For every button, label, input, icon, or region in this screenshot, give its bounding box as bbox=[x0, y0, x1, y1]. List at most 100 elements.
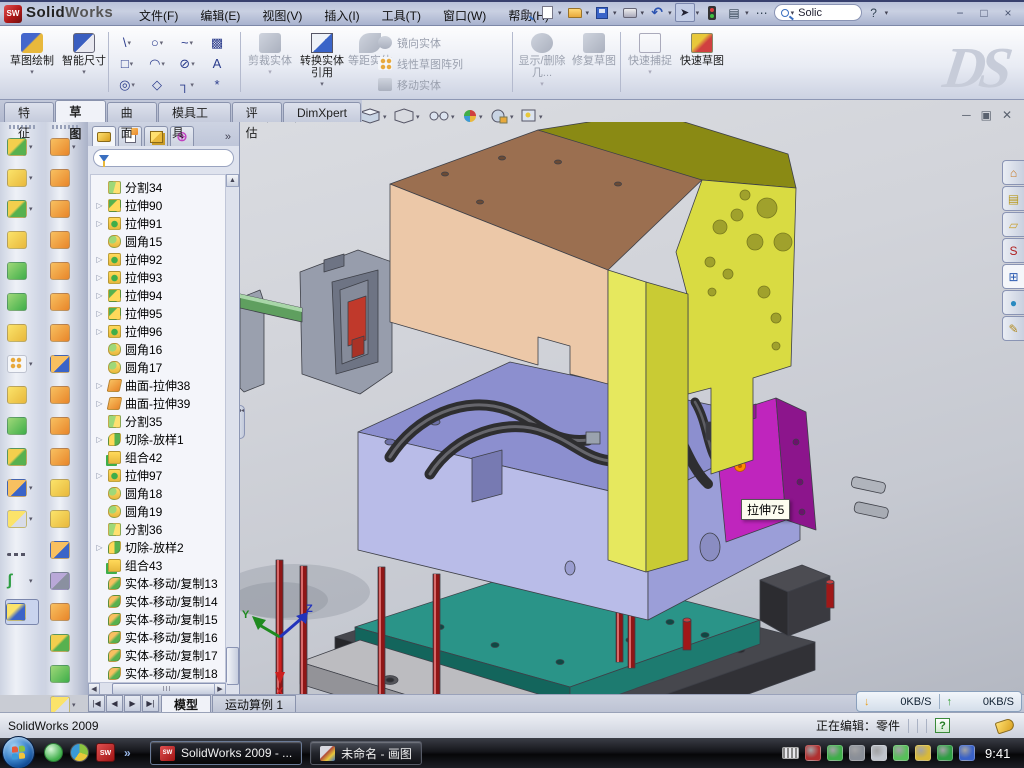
rapid-sketch-button[interactable]: 快速草图 bbox=[676, 30, 728, 94]
save-dropdown[interactable]: ▾ bbox=[613, 9, 617, 17]
tree-item[interactable]: 圆角16 bbox=[95, 340, 227, 358]
menu-编辑(E)[interactable]: 编辑(E) bbox=[191, 5, 249, 26]
options-button[interactable]: ▤ bbox=[724, 3, 744, 22]
tree-filter-input[interactable] bbox=[93, 149, 234, 167]
tab-configuration-manager[interactable] bbox=[144, 126, 168, 146]
tree-item[interactable]: ▷拉伸96 bbox=[95, 322, 227, 340]
taskbar-button-paint[interactable]: 未命名 - 画图 bbox=[310, 741, 422, 765]
tags-icon[interactable] bbox=[995, 717, 1016, 734]
options-dropdown[interactable]: ▾ bbox=[745, 9, 749, 17]
quick-tips-icon[interactable]: ? bbox=[935, 718, 950, 733]
sketch-entity-icon[interactable]: ⊘▾ bbox=[172, 56, 202, 72]
tree-item[interactable]: ▷切除-放样2 bbox=[95, 538, 227, 556]
taskpane-view-palette-tab[interactable]: ⊞ bbox=[1002, 264, 1024, 289]
tree-item[interactable]: 分割34 bbox=[95, 178, 227, 196]
toolbar-helix-spiral-button[interactable]: ʃ▾ bbox=[7, 568, 37, 594]
help-dropdown[interactable]: ▾ bbox=[885, 9, 889, 17]
toolbar-rib-button[interactable] bbox=[7, 382, 37, 408]
toolbar-move-copy-bodies-button[interactable]: ▾ bbox=[7, 475, 37, 501]
tree-expand-arrow[interactable]: ▷ bbox=[95, 201, 104, 210]
command-tab-模具工具[interactable]: 模具工具 bbox=[158, 102, 231, 122]
sketch-entity-icon[interactable]: \▾ bbox=[112, 35, 142, 50]
sketch-entity-dropdown[interactable]: ▾ bbox=[160, 39, 164, 47]
tree-item[interactable]: ▷拉伸97 bbox=[95, 466, 227, 484]
menu-文件(F)[interactable]: 文件(F) bbox=[130, 5, 187, 26]
doc-tab-运动算例 1[interactable]: 运动算例 1 bbox=[212, 695, 296, 712]
tree-expand-arrow[interactable]: ▷ bbox=[95, 291, 104, 300]
sketch-entity-dropdown[interactable]: ▾ bbox=[191, 60, 195, 68]
dropdown-arrow[interactable]: ▾ bbox=[29, 515, 33, 523]
command-tab-草图[interactable]: 草图 bbox=[55, 100, 105, 122]
tray-health-shield-icon[interactable] bbox=[937, 745, 953, 761]
menu-窗口(W)[interactable]: 窗口(W) bbox=[434, 5, 495, 26]
toolbar-reference-geometry-button[interactable]: ▾ bbox=[7, 506, 37, 532]
restore-button[interactable]: □ bbox=[976, 6, 992, 20]
sketch-entity-dropdown[interactable]: ▾ bbox=[131, 81, 135, 89]
dropdown-arrow[interactable]: ▾ bbox=[72, 701, 76, 709]
dropdown-arrow[interactable]: ▾ bbox=[29, 143, 33, 151]
sketch-entity-dropdown[interactable]: ▾ bbox=[161, 60, 165, 68]
tree-item[interactable]: ▷曲面-拉伸39 bbox=[95, 394, 227, 412]
rebuild-button[interactable] bbox=[702, 3, 722, 22]
toolbar-split-button[interactable] bbox=[7, 444, 37, 470]
tree-item[interactable]: ▷拉伸93 bbox=[95, 268, 227, 286]
tree-item[interactable]: ▷拉伸94 bbox=[95, 286, 227, 304]
tree-item[interactable]: 实体-移动/复制17 bbox=[95, 646, 227, 664]
doc-close-button[interactable]: ✕ bbox=[1002, 108, 1012, 122]
toolbar-fillet-button[interactable]: ▾ bbox=[7, 196, 37, 222]
convert-entities-button[interactable]: 转换实体引用▾ bbox=[296, 30, 348, 94]
toolbar-undercut-analysis-button[interactable] bbox=[50, 568, 80, 594]
toolbar-swept-boss-button[interactable] bbox=[50, 196, 80, 222]
quicklaunch-messenger-icon[interactable] bbox=[44, 743, 63, 762]
toolbar-delete-face-button[interactable] bbox=[50, 444, 80, 470]
tab-feature-manager[interactable] bbox=[92, 126, 116, 146]
toolbar-instant3d-button[interactable] bbox=[5, 599, 39, 625]
tree-item[interactable]: 实体-移动/复制13 bbox=[95, 574, 227, 592]
tree-item[interactable]: 组合43 bbox=[95, 556, 227, 574]
menu-视图(V)[interactable]: 视图(V) bbox=[253, 5, 311, 26]
toolbar-shell-button[interactable] bbox=[7, 258, 37, 284]
tray-network-warning-icon[interactable] bbox=[915, 745, 931, 761]
doc-nav-1[interactable]: ◀ bbox=[106, 695, 123, 712]
sketch-entity-icon[interactable]: ▩ bbox=[202, 35, 232, 51]
sketch-entity-icon[interactable]: ◇ bbox=[142, 77, 172, 93]
select-dropdown[interactable]: ▾ bbox=[696, 9, 700, 17]
toolbar-freeform-surface-button[interactable] bbox=[50, 289, 80, 315]
taskpane-solidworks-search-tab[interactable]: S bbox=[1002, 238, 1024, 263]
tree-expand-arrow[interactable]: ▷ bbox=[95, 255, 104, 264]
tree-expand-arrow[interactable]: ▷ bbox=[95, 381, 104, 390]
toolbar-planar-surface-button[interactable] bbox=[50, 320, 80, 346]
toolbar-curve-button[interactable] bbox=[7, 537, 37, 563]
tray-updater-icon[interactable] bbox=[893, 745, 909, 761]
taskpane-file-explorer-tab[interactable]: ▱ bbox=[1002, 212, 1024, 237]
toolbar-boundary-boss-button[interactable] bbox=[50, 258, 80, 284]
select-button[interactable]: ➤ bbox=[675, 3, 695, 22]
search-input[interactable]: ▾ Solic bbox=[774, 4, 862, 21]
toolbar-thicken-button[interactable] bbox=[50, 475, 80, 501]
sketch-entity-dropdown[interactable]: ▾ bbox=[190, 39, 194, 47]
3d-model-assembly[interactable]: X Y Z bbox=[240, 122, 1024, 695]
tree-item[interactable]: 圆角15 bbox=[95, 232, 227, 250]
tree-item[interactable]: ▷曲面-拉伸38 bbox=[95, 376, 227, 394]
tree-item[interactable]: 圆角19 bbox=[95, 502, 227, 520]
tray-antivirus-shield-icon[interactable] bbox=[827, 745, 843, 761]
tree-expand-arrow[interactable]: ▷ bbox=[95, 327, 104, 336]
toolbar-swept-surface-button[interactable] bbox=[50, 351, 80, 377]
toolbar-combine-bodies-button[interactable] bbox=[7, 413, 37, 439]
taskpane-appearances-scenes-tab[interactable]: ● bbox=[1002, 290, 1024, 315]
toolbar-linear-pattern-button[interactable]: ▾ bbox=[7, 351, 37, 377]
toolbar-draft-analysis-button[interactable] bbox=[50, 537, 80, 563]
sketch-entity-dropdown[interactable]: ▾ bbox=[130, 60, 134, 68]
new-dropdown[interactable]: ▾ bbox=[558, 9, 562, 17]
tray-sync-status-icon[interactable] bbox=[959, 745, 975, 761]
sketch-entity-icon[interactable]: □▾ bbox=[112, 56, 142, 71]
tree-expand-arrow[interactable]: ▷ bbox=[95, 471, 104, 480]
tree-item[interactable]: 实体-移动/复制15 bbox=[95, 610, 227, 628]
toolbar-draft-button[interactable] bbox=[7, 227, 37, 253]
sketch-entity-icon[interactable]: A bbox=[202, 56, 232, 71]
pin-icon[interactable] bbox=[515, 3, 535, 22]
graphics-viewport[interactable]: ▾ ▾ ▾ ▾ ▾ ▾ ─ ▣ ✕ bbox=[240, 100, 1024, 695]
print-button[interactable] bbox=[620, 3, 640, 22]
toolbar-offset-surface-button[interactable] bbox=[50, 382, 80, 408]
tree-item[interactable]: 圆角18 bbox=[95, 484, 227, 502]
